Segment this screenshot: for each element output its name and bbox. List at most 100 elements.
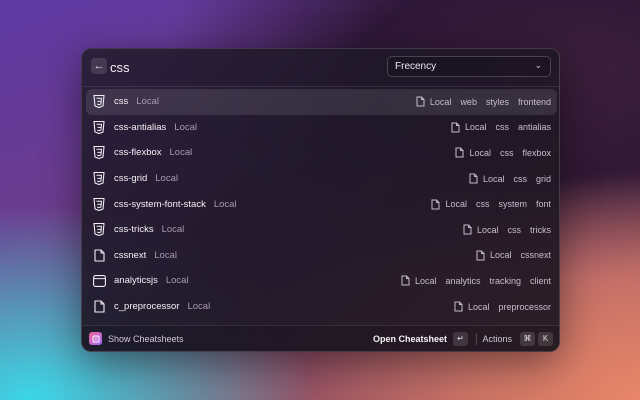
result-keyword-tag: cssnext <box>520 250 551 261</box>
file-icon <box>416 96 426 107</box>
back-button[interactable]: ← <box>91 58 107 74</box>
result-title: css-tricks <box>114 224 154 236</box>
chevron-down-icon: ⌄ <box>534 60 542 70</box>
result-keyword-tag: analytics <box>445 275 481 286</box>
result-keyword-tag: css <box>475 199 490 210</box>
file-icon <box>451 122 461 133</box>
result-title: c_preprocessor <box>114 301 180 313</box>
result-keyword-tag: tricks <box>530 224 551 235</box>
result-source: Local <box>213 198 237 210</box>
search-bar: ← Frecency ⌄ <box>82 49 559 87</box>
cheatsheet-logo-glyph <box>92 335 99 342</box>
result-row[interactable]: css-grid Local Local css grid <box>86 166 557 192</box>
result-accessories: Local preprocessor <box>454 294 551 320</box>
app-logo-icon[interactable] <box>89 332 102 345</box>
result-keyword-tag: css <box>513 173 527 184</box>
result-row[interactable]: c_preprocessor Local Local preprocessor <box>86 294 557 320</box>
result-source: Local <box>187 301 211 313</box>
result-location-tag: Local <box>445 199 467 210</box>
file-icon <box>92 248 106 262</box>
file-icon <box>463 224 473 235</box>
result-location-tag: Local <box>464 122 487 133</box>
result-row[interactable]: css-system-font-stack Local Local css system… <box>86 191 557 217</box>
file-icon <box>431 199 441 210</box>
file-icon <box>469 173 479 184</box>
result-accessories: Local analytics tracking client <box>401 268 551 294</box>
result-row[interactable]: css-tricks Local Local css tricks <box>86 217 557 243</box>
show-cheatsheets-label[interactable]: Show Cheatsheets <box>108 334 184 344</box>
result-keyword-tag: css <box>495 122 509 133</box>
result-keyword-tag: preprocessor <box>498 301 551 312</box>
cheatsheet-launcher-window: ← Frecency ⌄ css Local Local web styles front… <box>81 48 560 352</box>
search-input[interactable] <box>110 58 310 76</box>
footer-divider <box>476 333 477 345</box>
css3-icon <box>92 223 106 237</box>
result-keyword-tag: frontend <box>517 96 551 107</box>
result-keyword-tag: tracking <box>489 275 521 286</box>
result-location-tag: Local <box>414 275 437 286</box>
result-source: Local <box>169 147 193 159</box>
result-keyword-tag: css <box>507 224 522 235</box>
open-cheatsheet-button[interactable]: Open Cheatsheet <box>373 334 447 344</box>
css3-icon <box>92 146 106 160</box>
css3-icon <box>92 197 106 211</box>
sort-dropdown-value: Frecency <box>395 61 437 72</box>
result-location-tag: Local <box>489 250 512 261</box>
result-source: Local <box>161 224 185 236</box>
result-title: css-system-font-stack <box>114 198 206 210</box>
result-accessories: Local cssnext <box>476 243 551 269</box>
result-keyword-tag: web <box>460 96 477 107</box>
arrow-left-icon: ← <box>93 60 105 72</box>
result-title: css-flexbox <box>114 147 162 159</box>
cmd-key-hint: ⌘ <box>520 332 535 346</box>
result-title: css-grid <box>114 173 148 185</box>
file-icon <box>455 147 465 158</box>
result-location-tag: Local <box>469 147 491 158</box>
result-keyword-tag: system <box>498 199 527 210</box>
file-icon <box>454 301 464 312</box>
result-source: Local <box>155 173 178 185</box>
sort-dropdown[interactable]: Frecency ⌄ <box>387 56 551 77</box>
result-keyword-tag: css <box>499 147 514 158</box>
result-accessories: Local css tricks <box>463 217 551 243</box>
result-accessories: Local css antialias <box>451 115 551 141</box>
file-icon <box>476 250 486 261</box>
css3-icon <box>92 95 106 109</box>
result-location-tag: Local <box>429 96 452 107</box>
result-row[interactable]: css Local Local web styles frontend <box>86 89 557 115</box>
css3-icon <box>92 172 106 186</box>
result-keyword-tag: antialias <box>517 122 551 133</box>
result-source: Local <box>174 121 197 133</box>
file-icon <box>92 300 106 314</box>
result-location-tag: Local <box>467 301 490 312</box>
result-accessories: Local web styles frontend <box>416 89 551 115</box>
result-accessories: Local css grid <box>469 166 551 192</box>
css3-icon <box>92 120 106 134</box>
result-source: Local <box>136 96 159 108</box>
result-row[interactable]: css-flexbox Local Local css flexbox <box>86 140 557 166</box>
result-accessories: Local css flexbox <box>455 140 551 166</box>
result-row[interactable]: cssnext Local Local cssnext <box>86 243 557 269</box>
result-title: analyticsjs <box>114 275 158 287</box>
result-keyword-tag: flexbox <box>522 147 551 158</box>
file-icon <box>401 275 411 286</box>
result-row[interactable]: css-antialias Local Local css antialias <box>86 115 557 141</box>
result-row[interactable]: analyticsjs Local Local analytics tracking cl… <box>86 268 557 294</box>
result-source: Local <box>154 249 177 261</box>
actions-button[interactable]: Actions <box>482 334 512 344</box>
result-keyword-tag: client <box>529 275 551 286</box>
action-bar: Show Cheatsheets Open Cheatsheet ↵ Actio… <box>82 325 559 351</box>
results-list: css Local Local web styles frontend css-antial… <box>86 89 557 319</box>
result-accessories: Local css system font <box>431 191 551 217</box>
result-keyword-tag: styles <box>485 96 509 107</box>
result-keyword-tag: grid <box>535 173 551 184</box>
result-title: css <box>114 96 129 108</box>
result-keyword-tag: font <box>535 199 551 210</box>
result-title: css-antialias <box>114 121 167 133</box>
result-location-tag: Local <box>476 224 499 235</box>
k-key-hint: K <box>538 332 553 346</box>
window-icon <box>92 274 106 288</box>
result-location-tag: Local <box>482 173 505 184</box>
result-title: cssnext <box>114 249 147 261</box>
result-source: Local <box>165 275 189 287</box>
